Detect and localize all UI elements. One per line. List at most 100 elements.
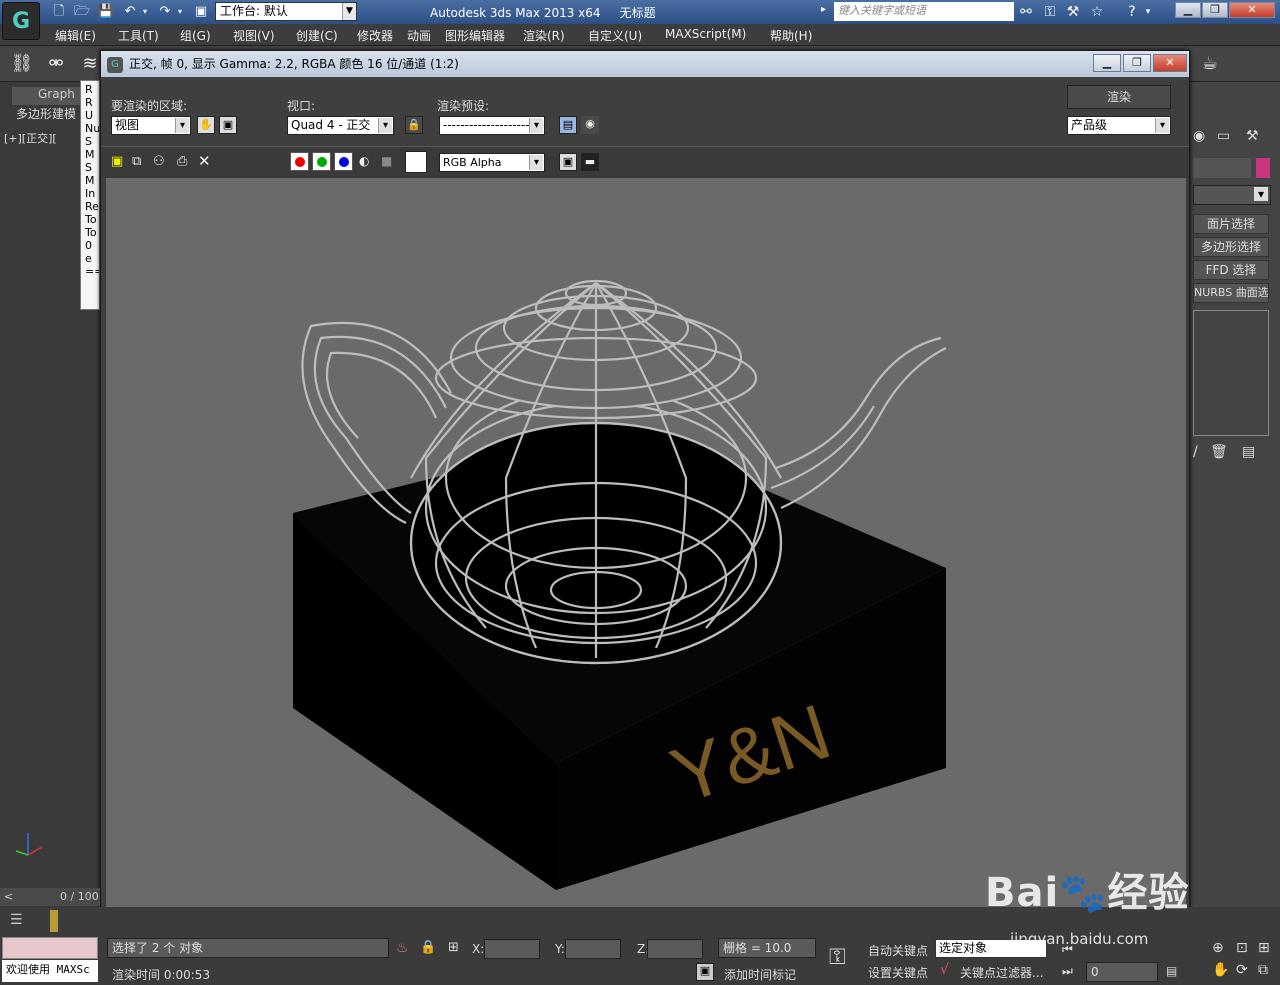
selection-lock-icon[interactable]: 🔒 <box>420 940 436 955</box>
workspace-select[interactable]: 工作台: 默认 ▼ <box>215 2 357 21</box>
link-icon[interactable]: ⛓ <box>10 52 34 76</box>
render-minimize-button[interactable]: ▁ <box>1093 54 1121 72</box>
monitor-icon[interactable]: ▭ <box>1217 128 1239 150</box>
zoom-all-icon[interactable]: ⊞ <box>1258 940 1270 956</box>
alpha-channel-icon[interactable]: ◐ <box>359 154 369 168</box>
rendered-image[interactable]: Y&N <box>106 178 1186 908</box>
zoom-extents-icon[interactable]: ⊡ <box>1236 940 1248 956</box>
menu-create[interactable]: 创建(C) <box>296 27 338 44</box>
area-select[interactable]: 视图 <box>111 116 191 135</box>
save-image-icon[interactable]: ▣ <box>111 154 123 169</box>
frame-field[interactable]: 0 <box>1086 962 1158 982</box>
print-icon[interactable]: ⎙ <box>177 154 187 169</box>
menu-maxscript[interactable]: MAXScript(M) <box>665 27 746 41</box>
y-coordinate-field[interactable] <box>565 939 621 959</box>
menu-group[interactable]: 组(G) <box>180 27 211 44</box>
help-dropdown-icon[interactable]: ▾ <box>1143 3 1153 21</box>
render-maximize-button[interactable]: ❐ <box>1123 54 1151 72</box>
key-mode-toggle-icon[interactable]: ⏭ <box>1062 964 1073 979</box>
menu-edit[interactable]: 编辑(E) <box>55 27 96 44</box>
lightbulb-icon[interactable]: ♨ <box>396 940 409 956</box>
clear-icon[interactable]: ✕ <box>198 152 211 170</box>
maximize-viewport-icon[interactable]: ⧉ <box>1258 962 1268 978</box>
quality-select[interactable]: 产品级 <box>1067 116 1171 135</box>
auto-region-icon[interactable]: ▣ <box>219 116 237 134</box>
green-channel-toggle[interactable] <box>312 152 331 171</box>
render-setup-icon[interactable]: ▤ <box>559 116 577 134</box>
object-color-swatch[interactable] <box>1256 158 1270 178</box>
x-coordinate-field[interactable] <box>484 939 540 959</box>
star-icon[interactable]: ☆ <box>1087 3 1107 21</box>
time-tag-icon[interactable]: ▣ <box>696 963 714 981</box>
configure-sets-icon[interactable]: ▤ <box>1242 444 1255 460</box>
expand-search-icon[interactable]: ▸ <box>821 4 826 15</box>
app-logo-icon[interactable]: G <box>2 2 40 40</box>
minimize-button[interactable]: ▁ <box>1175 2 1201 18</box>
menu-graph-editors[interactable]: 图形编辑器 <box>445 27 505 44</box>
save-icon[interactable]: 💾 <box>97 3 115 21</box>
bind-spacewarp-icon[interactable]: ≋ <box>78 52 102 76</box>
restore-button[interactable]: ❐ <box>1202 2 1228 18</box>
exchange-icon[interactable]: ⚒ <box>1063 3 1083 21</box>
project-folder-icon[interactable]: ▣ <box>192 3 210 21</box>
pan-icon[interactable]: ✋ <box>1212 962 1229 978</box>
undo-dropdown-icon[interactable]: ▾ <box>140 3 150 21</box>
menu-help[interactable]: 帮助(H) <box>770 27 812 44</box>
open-file-icon[interactable]: 🗁 <box>73 3 91 21</box>
unlink-icon[interactable]: ⚮ <box>44 52 68 76</box>
display-icon[interactable]: ◉ <box>1193 128 1213 150</box>
maxscript-welcome[interactable]: 欢迎使用 MAXSc <box>2 960 98 982</box>
render-button[interactable]: 渲染 <box>1067 85 1171 109</box>
render-close-button[interactable]: ✕ <box>1153 54 1187 72</box>
viewport-select[interactable]: Quad 4 - 正交 <box>287 116 394 135</box>
copy-image-icon[interactable]: ⧉ <box>132 154 141 169</box>
edit-region-icon[interactable]: ✋ <box>197 116 215 134</box>
toggle-ui-icon[interactable]: ▣ <box>559 153 577 171</box>
z-coordinate-field[interactable] <box>647 939 703 959</box>
search-input[interactable]: 键入关键字或短语 <box>834 2 1014 21</box>
time-prev-icon[interactable]: < <box>4 890 13 903</box>
zoom-icon[interactable]: ⊕ <box>1212 940 1224 956</box>
menu-tools[interactable]: 工具(T) <box>118 27 159 44</box>
auto-key-button[interactable]: 自动关键点 <box>868 942 928 959</box>
orbit-icon[interactable]: ⟳ <box>1236 962 1248 978</box>
absolute-mode-icon[interactable]: ⊞ <box>448 940 459 955</box>
menu-view[interactable]: 视图(V) <box>233 27 275 44</box>
object-name-field[interactable] <box>1193 158 1251 178</box>
key-icon[interactable]: ⚿ <box>1040 3 1060 21</box>
patch-select-button[interactable]: 面片选择 <box>1193 214 1269 234</box>
maxscript-input[interactable] <box>2 937 98 959</box>
set-key-button[interactable]: 设置关键点 <box>868 964 928 981</box>
key-mode-icon[interactable]: ⚿ <box>829 945 846 970</box>
add-time-tag[interactable]: 添加时间标记 <box>724 966 796 983</box>
redo-icon[interactable]: ↷ <box>156 3 174 21</box>
hammer-icon[interactable]: ⚒ <box>1246 128 1268 150</box>
tab-poly-modeling[interactable]: 多边形建模 <box>12 105 88 123</box>
trackbar-icon[interactable]: ☰ <box>10 912 23 928</box>
menu-customize[interactable]: 自定义(U) <box>588 27 642 44</box>
remove-modifier-icon[interactable]: 🗑 <box>1210 444 1228 460</box>
nurbs-select-button[interactable]: NURBS 曲面选择 <box>1193 283 1269 303</box>
time-config-icon[interactable]: ▤ <box>1166 964 1177 978</box>
monochrome-icon[interactable]: ■ <box>381 154 392 168</box>
menu-animation[interactable]: 动画 <box>407 27 431 44</box>
ffd-select-button[interactable]: FFD 选择 <box>1193 260 1269 280</box>
new-file-icon[interactable]: 🗋 <box>50 3 68 21</box>
redo-dropdown-icon[interactable]: ▾ <box>175 3 185 21</box>
tab-graphite[interactable]: Graph <box>12 87 82 105</box>
channel-select[interactable]: RGB Alpha <box>439 153 545 172</box>
preset-select[interactable]: -------------------- <box>439 116 545 135</box>
help-icon[interactable]: ? <box>1122 3 1142 21</box>
menu-modifiers[interactable]: 修改器 <box>357 27 393 44</box>
undo-icon[interactable]: ↶ <box>121 3 139 21</box>
pin-stack-icon[interactable]: / <box>1193 444 1198 460</box>
binoculars-icon[interactable]: ⚯ <box>1016 3 1036 21</box>
script-listener-list[interactable]: R R U Nu S M S M In Re To To 0 e == <box>80 80 100 310</box>
menu-rendering[interactable]: 渲染(R) <box>523 27 565 44</box>
viewport-label[interactable]: [+][正交][ <box>4 130 57 146</box>
teapot-render-icon[interactable]: ☕ <box>1198 52 1222 76</box>
modifier-stack[interactable] <box>1193 310 1269 436</box>
toggle-overlay-icon[interactable]: ▬ <box>581 153 599 171</box>
lock-icon[interactable]: 🔒 <box>405 116 423 134</box>
clone-window-icon[interactable]: ⚇ <box>153 154 165 169</box>
